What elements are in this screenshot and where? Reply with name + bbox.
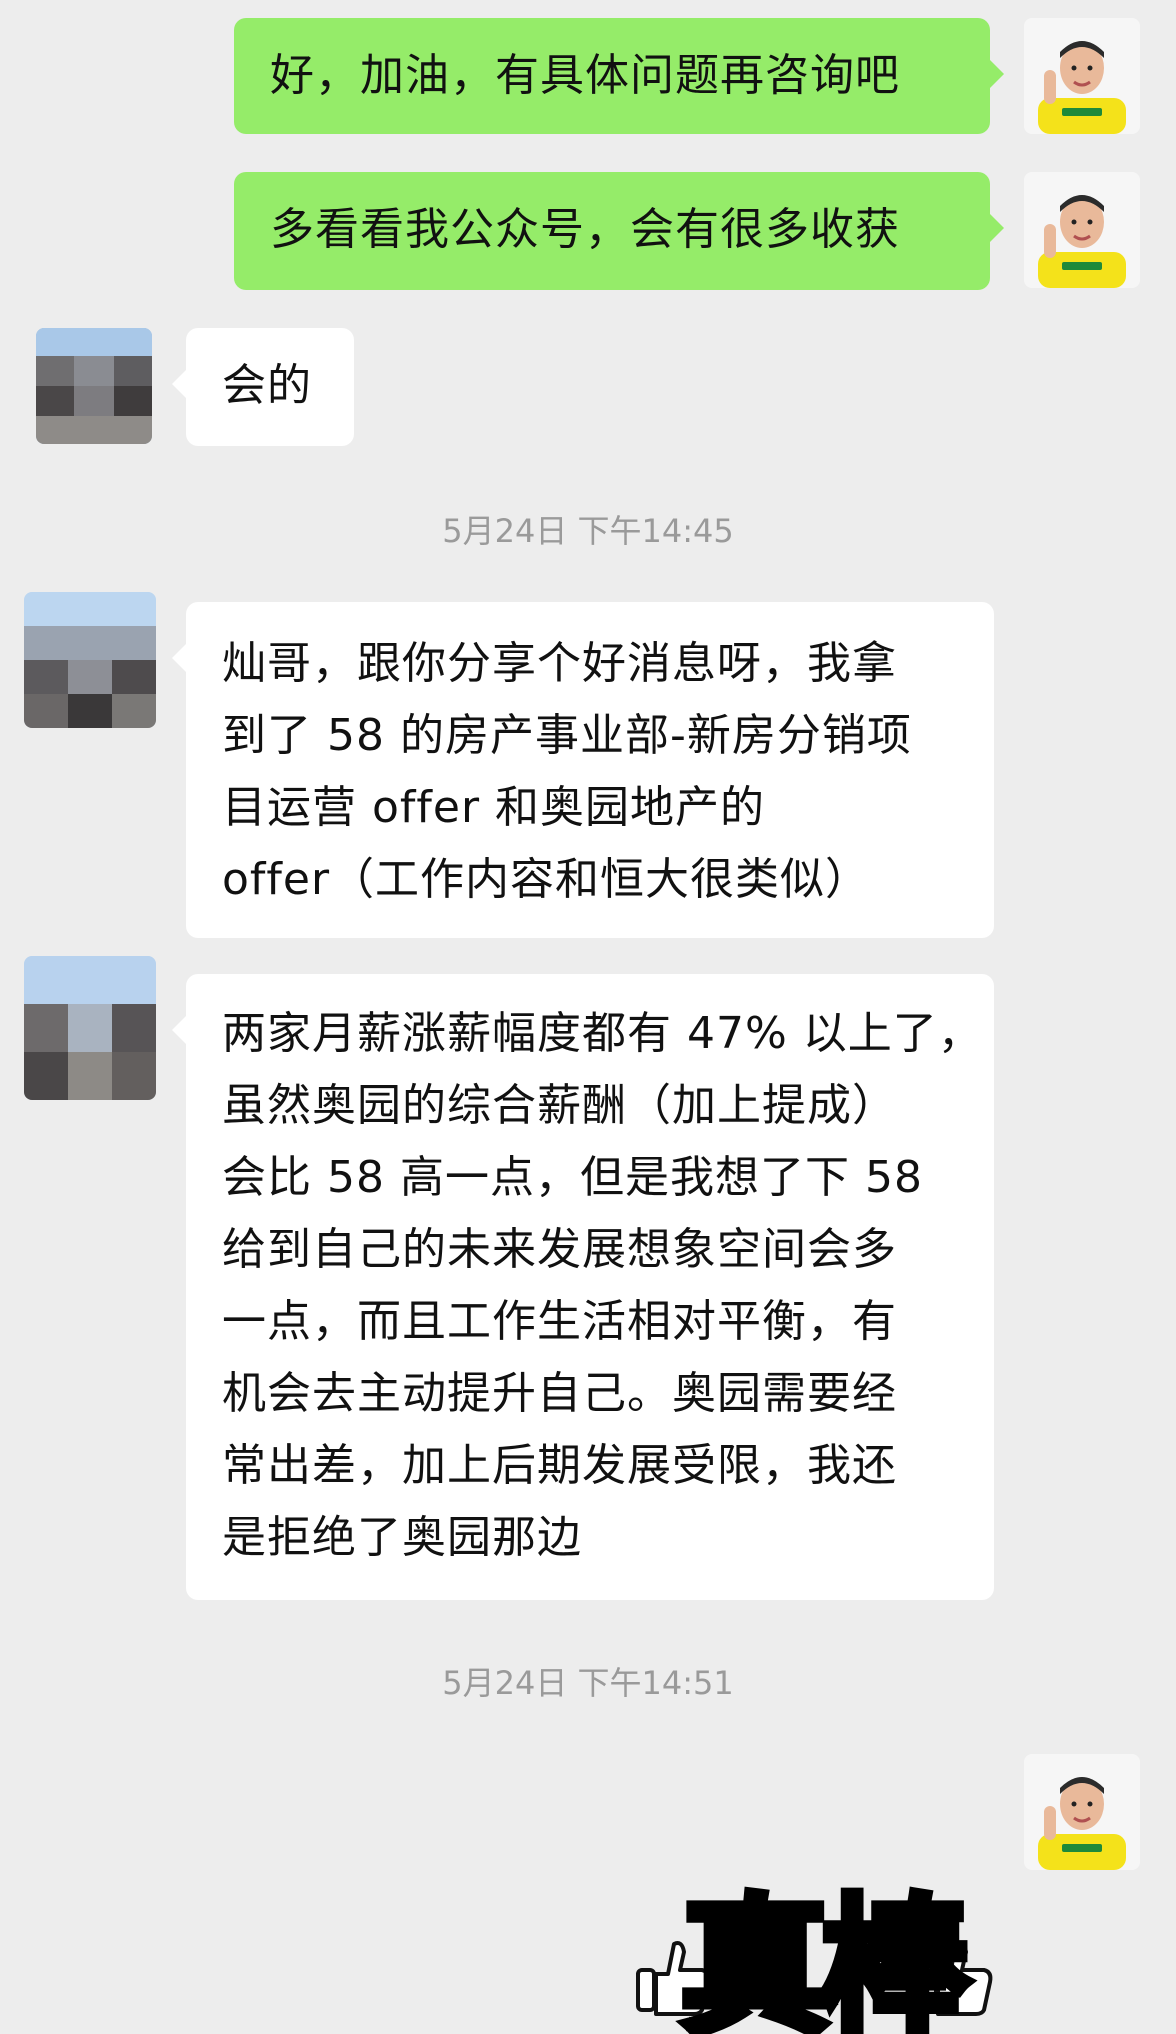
contact-avatar[interactable] (36, 328, 152, 444)
blurred-photo-icon (24, 956, 156, 1100)
thumbs-up-sticker: 真棒 (636, 1878, 993, 2034)
man-portrait-icon (1024, 18, 1140, 134)
message-bubble-received[interactable]: 两家月薪涨薪幅度都有 47% 以上了， 虽然奥园的综合薪酬（加上提成） 会比 5… (172, 974, 994, 1600)
my-avatar[interactable] (1024, 18, 1140, 134)
my-avatar[interactable] (1024, 1754, 1140, 1870)
message-text: 多看看我公众号，会有很多收获 (270, 204, 900, 255)
my-avatar[interactable] (1024, 172, 1140, 288)
bubble-tail (172, 644, 186, 672)
timestamp: 5月24日 下午14:45 (442, 512, 734, 550)
timestamp: 5月24日 下午14:51 (442, 1664, 734, 1702)
bubble-tail (172, 1016, 186, 1044)
sticker-text: 真棒 (680, 1882, 971, 2034)
man-portrait-icon (1024, 172, 1140, 288)
contact-avatar[interactable] (24, 956, 156, 1100)
message-text: 好，加油，有具体问题再咨询吧 (270, 50, 900, 101)
sticker-message[interactable]: 真棒 (630, 1820, 1000, 2034)
message-bubble-received[interactable]: 灿哥，跟你分享个好消息呀，我拿 到了 58 的房产事业部-新房分销项 目运营 o… (172, 602, 994, 938)
bubble-tail (990, 214, 1004, 242)
message-bubble-received[interactable]: 会的 (172, 328, 354, 446)
man-portrait-icon (1024, 1754, 1140, 1870)
message-text: 会的 (222, 360, 312, 411)
blurred-photo-icon (36, 328, 152, 444)
blurred-photo-icon (24, 592, 156, 728)
message-bubble-sent[interactable]: 好，加油，有具体问题再咨询吧 (234, 18, 1004, 134)
contact-avatar[interactable] (24, 592, 156, 728)
bubble-tail (172, 370, 186, 398)
message-text: 灿哥，跟你分享个好消息呀，我拿 到了 58 的房产事业部-新房分销项 目运营 o… (222, 638, 912, 905)
bubble-tail (990, 60, 1004, 88)
message-text: 两家月薪涨薪幅度都有 47% 以上了， 虽然奥园的综合薪酬（加上提成） 会比 5… (222, 1008, 983, 1563)
message-bubble-sent[interactable]: 多看看我公众号，会有很多收获 (234, 172, 1004, 290)
